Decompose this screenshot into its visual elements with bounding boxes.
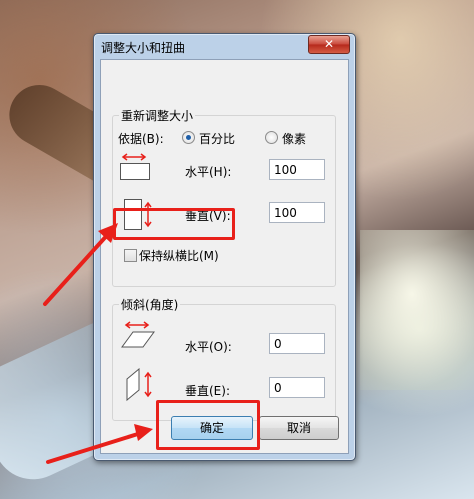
arrow-icon-to-checkbox — [43, 223, 118, 306]
arrow-icon-to-ok — [46, 424, 153, 464]
annotation-arrows — [43, 223, 153, 464]
